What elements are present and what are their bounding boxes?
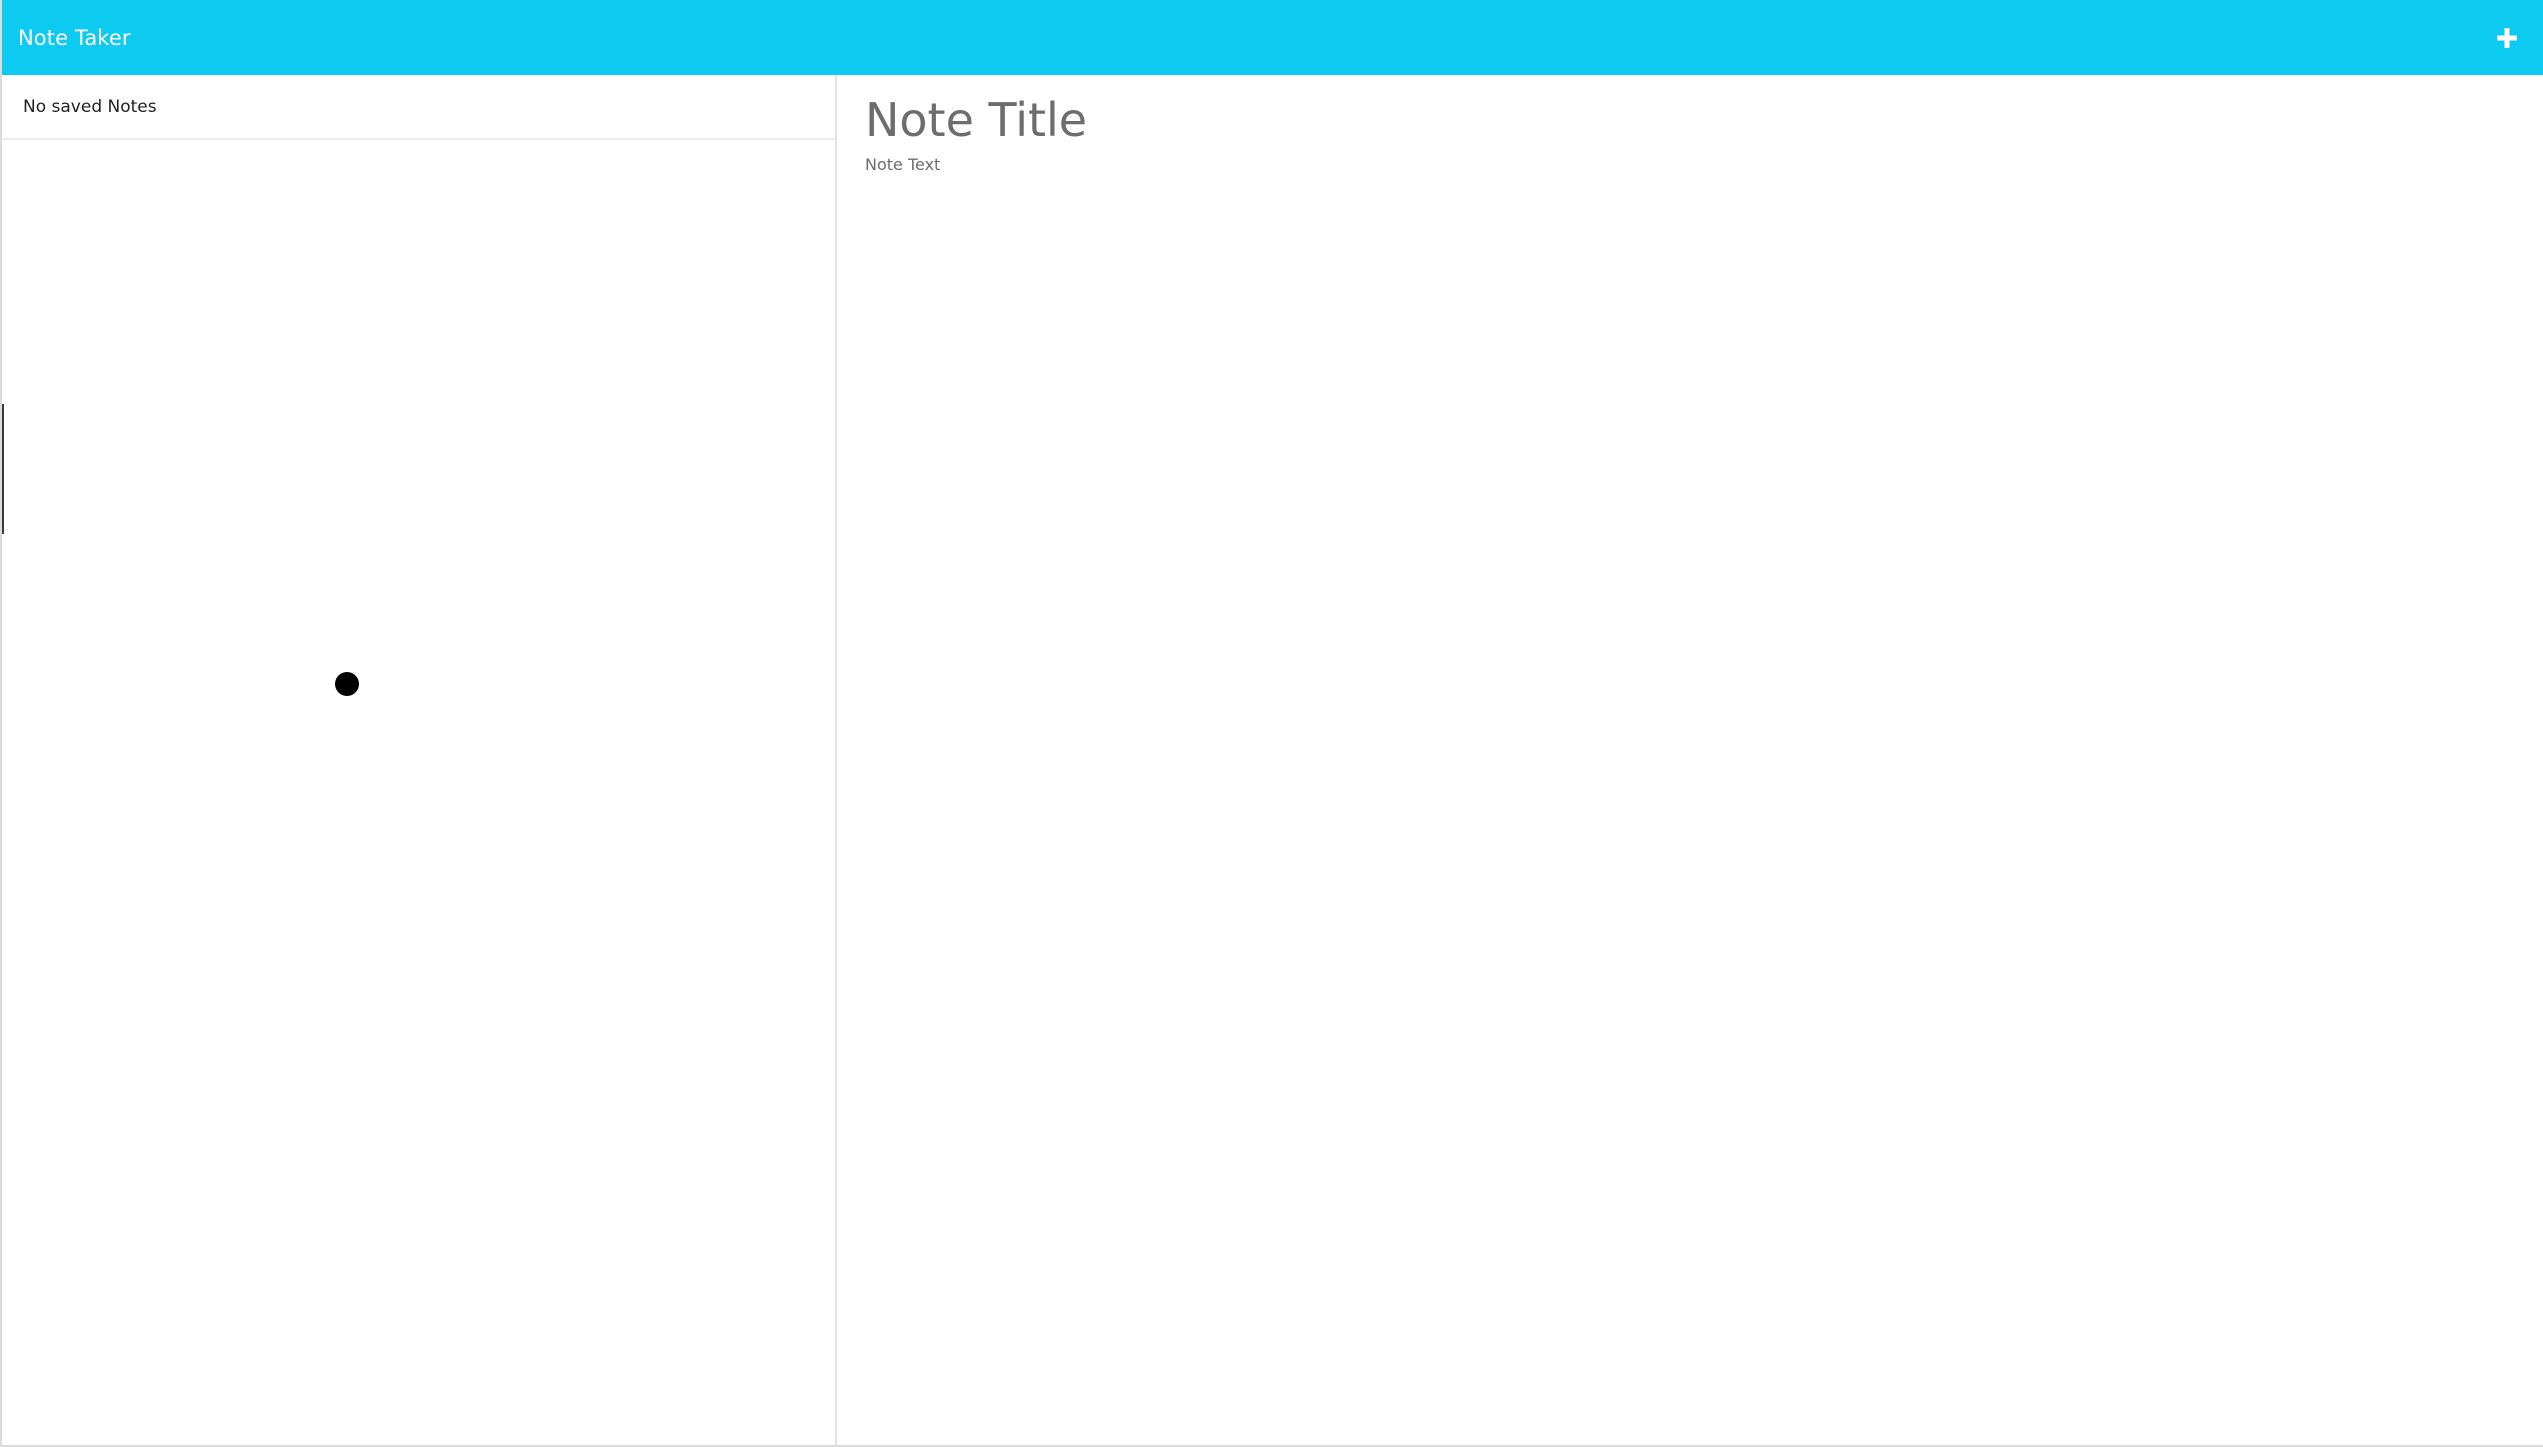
list-item: No saved Notes	[2, 75, 835, 140]
note-title-input[interactable]	[863, 85, 2463, 155]
window-edge-marker	[2, 404, 4, 534]
app-window: Note Taker No saved Notes	[0, 0, 2543, 1447]
note-text-area[interactable]	[863, 153, 2503, 1413]
brand-title[interactable]: Note Taker	[18, 26, 131, 50]
notes-list: No saved Notes	[2, 75, 837, 1445]
note-editor	[839, 75, 2543, 1445]
empty-notes-message: No saved Notes	[23, 96, 157, 117]
mouse-cursor-indicator	[335, 672, 359, 696]
navbar: Note Taker	[2, 0, 2543, 75]
new-note-button[interactable]	[2487, 18, 2527, 58]
